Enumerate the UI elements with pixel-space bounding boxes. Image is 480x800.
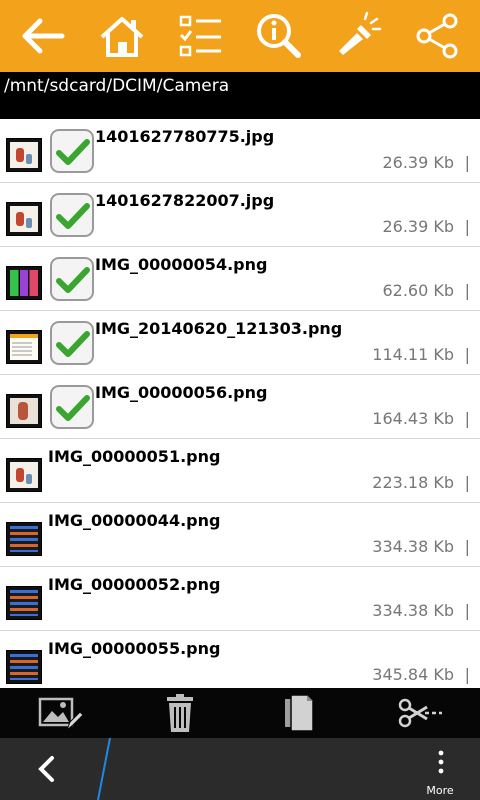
- file-name: IMG_20140620_121303.png: [95, 319, 343, 338]
- file-name: IMG_00000044.png: [48, 511, 221, 530]
- file-size: 62.60 Kb: [382, 281, 454, 300]
- file-thumbnail: [6, 394, 42, 428]
- file-name: IMG_00000055.png: [48, 639, 221, 658]
- more-label: More: [426, 784, 454, 797]
- file-thumbnail: [6, 266, 42, 300]
- file-size: 26.39 Kb: [382, 217, 454, 236]
- path-bar: /mnt/sdcard/DCIM/Camera: [0, 72, 480, 119]
- file-checkbox[interactable]: [50, 321, 94, 365]
- home-button[interactable]: [92, 6, 152, 66]
- edit-image-icon: [38, 697, 83, 732]
- file-size: 164.43 Kb: [372, 409, 454, 428]
- size-separator: |: [464, 537, 470, 556]
- info-search-icon: [257, 14, 302, 58]
- file-name: IMG_00000051.png: [48, 447, 221, 466]
- file-thumbnail: [6, 330, 42, 364]
- size-separator: |: [464, 217, 470, 236]
- file-size: 223.18 Kb: [372, 473, 454, 492]
- home-icon: [100, 17, 144, 57]
- edit-image-button[interactable]: [30, 690, 90, 736]
- file-checkbox[interactable]: [50, 257, 94, 301]
- file-row[interactable]: IMG_00000044.png 334.38 Kb |: [0, 503, 480, 567]
- overflow-dots-icon: [438, 750, 444, 774]
- checkmark-icon: [56, 139, 90, 165]
- select-list-button[interactable]: [171, 6, 231, 66]
- checkmark-icon: [56, 203, 90, 229]
- file-row[interactable]: 1401627780775.jpg 26.39 Kb |: [0, 119, 480, 183]
- select-list-icon: [179, 15, 221, 57]
- cut-icon: [398, 698, 442, 728]
- more-button[interactable]: More: [400, 738, 480, 800]
- copy-button[interactable]: [270, 690, 330, 736]
- file-name: 1401627822007.jpg: [95, 191, 275, 210]
- size-separator: |: [464, 409, 470, 428]
- file-name: IMG_00000056.png: [95, 383, 268, 402]
- file-size: 114.11 Kb: [372, 345, 454, 364]
- file-name: 1401627780775.jpg: [95, 127, 275, 146]
- current-path: /mnt/sdcard/DCIM/Camera: [4, 76, 230, 96]
- file-row[interactable]: IMG_00000055.png 345.84 Kb |: [0, 631, 480, 688]
- file-size: 26.39 Kb: [382, 153, 454, 172]
- file-thumbnail: [6, 650, 42, 684]
- delete-button[interactable]: [150, 690, 210, 736]
- back-button[interactable]: [13, 6, 73, 66]
- size-separator: |: [464, 345, 470, 364]
- system-nav-bar: More: [0, 738, 480, 800]
- nav-divider: [97, 738, 111, 800]
- file-row[interactable]: IMG_00000056.png 164.43 Kb |: [0, 375, 480, 439]
- size-separator: |: [464, 473, 470, 492]
- flashlight-icon: [338, 11, 382, 55]
- copy-icon: [285, 694, 314, 732]
- size-separator: |: [464, 601, 470, 620]
- action-bar: [0, 688, 480, 738]
- file-thumbnail: [6, 458, 42, 492]
- file-thumbnail: [6, 138, 42, 172]
- info-button[interactable]: [249, 6, 309, 66]
- file-row[interactable]: 1401627822007.jpg 26.39 Kb |: [0, 183, 480, 247]
- share-icon: [416, 13, 458, 59]
- file-checkbox[interactable]: [50, 193, 94, 237]
- file-thumbnail: [6, 202, 42, 236]
- file-checkbox[interactable]: [50, 385, 94, 429]
- file-thumbnail: [6, 522, 42, 556]
- back-arrow-icon: [22, 18, 65, 54]
- share-button[interactable]: [407, 6, 467, 66]
- file-name: IMG_00000054.png: [95, 255, 268, 274]
- file-thumbnail: [6, 586, 42, 620]
- file-size: 334.38 Kb: [372, 537, 454, 556]
- size-separator: |: [464, 153, 470, 172]
- file-size: 334.38 Kb: [372, 601, 454, 620]
- flashlight-button[interactable]: [328, 6, 388, 66]
- chevron-left-icon: [38, 756, 54, 782]
- cut-button[interactable]: [390, 690, 450, 736]
- file-row[interactable]: IMG_00000052.png 334.38 Kb |: [0, 567, 480, 631]
- top-toolbar: [0, 0, 480, 72]
- size-separator: |: [464, 281, 470, 300]
- file-size: 345.84 Kb: [372, 665, 454, 684]
- size-separator: |: [464, 665, 470, 684]
- file-checkbox[interactable]: [50, 129, 94, 173]
- file-list[interactable]: 1401627780775.jpg 26.39 Kb | 14016278220…: [0, 119, 480, 688]
- checkmark-icon: [56, 331, 90, 357]
- trash-icon: [167, 694, 193, 732]
- checkmark-icon: [56, 395, 90, 421]
- checkmark-icon: [56, 267, 90, 293]
- file-name: IMG_00000052.png: [48, 575, 221, 594]
- file-row[interactable]: IMG_00000051.png 223.18 Kb |: [0, 439, 480, 503]
- file-row[interactable]: IMG_00000054.png 62.60 Kb |: [0, 247, 480, 311]
- file-row[interactable]: IMG_20140620_121303.png 114.11 Kb |: [0, 311, 480, 375]
